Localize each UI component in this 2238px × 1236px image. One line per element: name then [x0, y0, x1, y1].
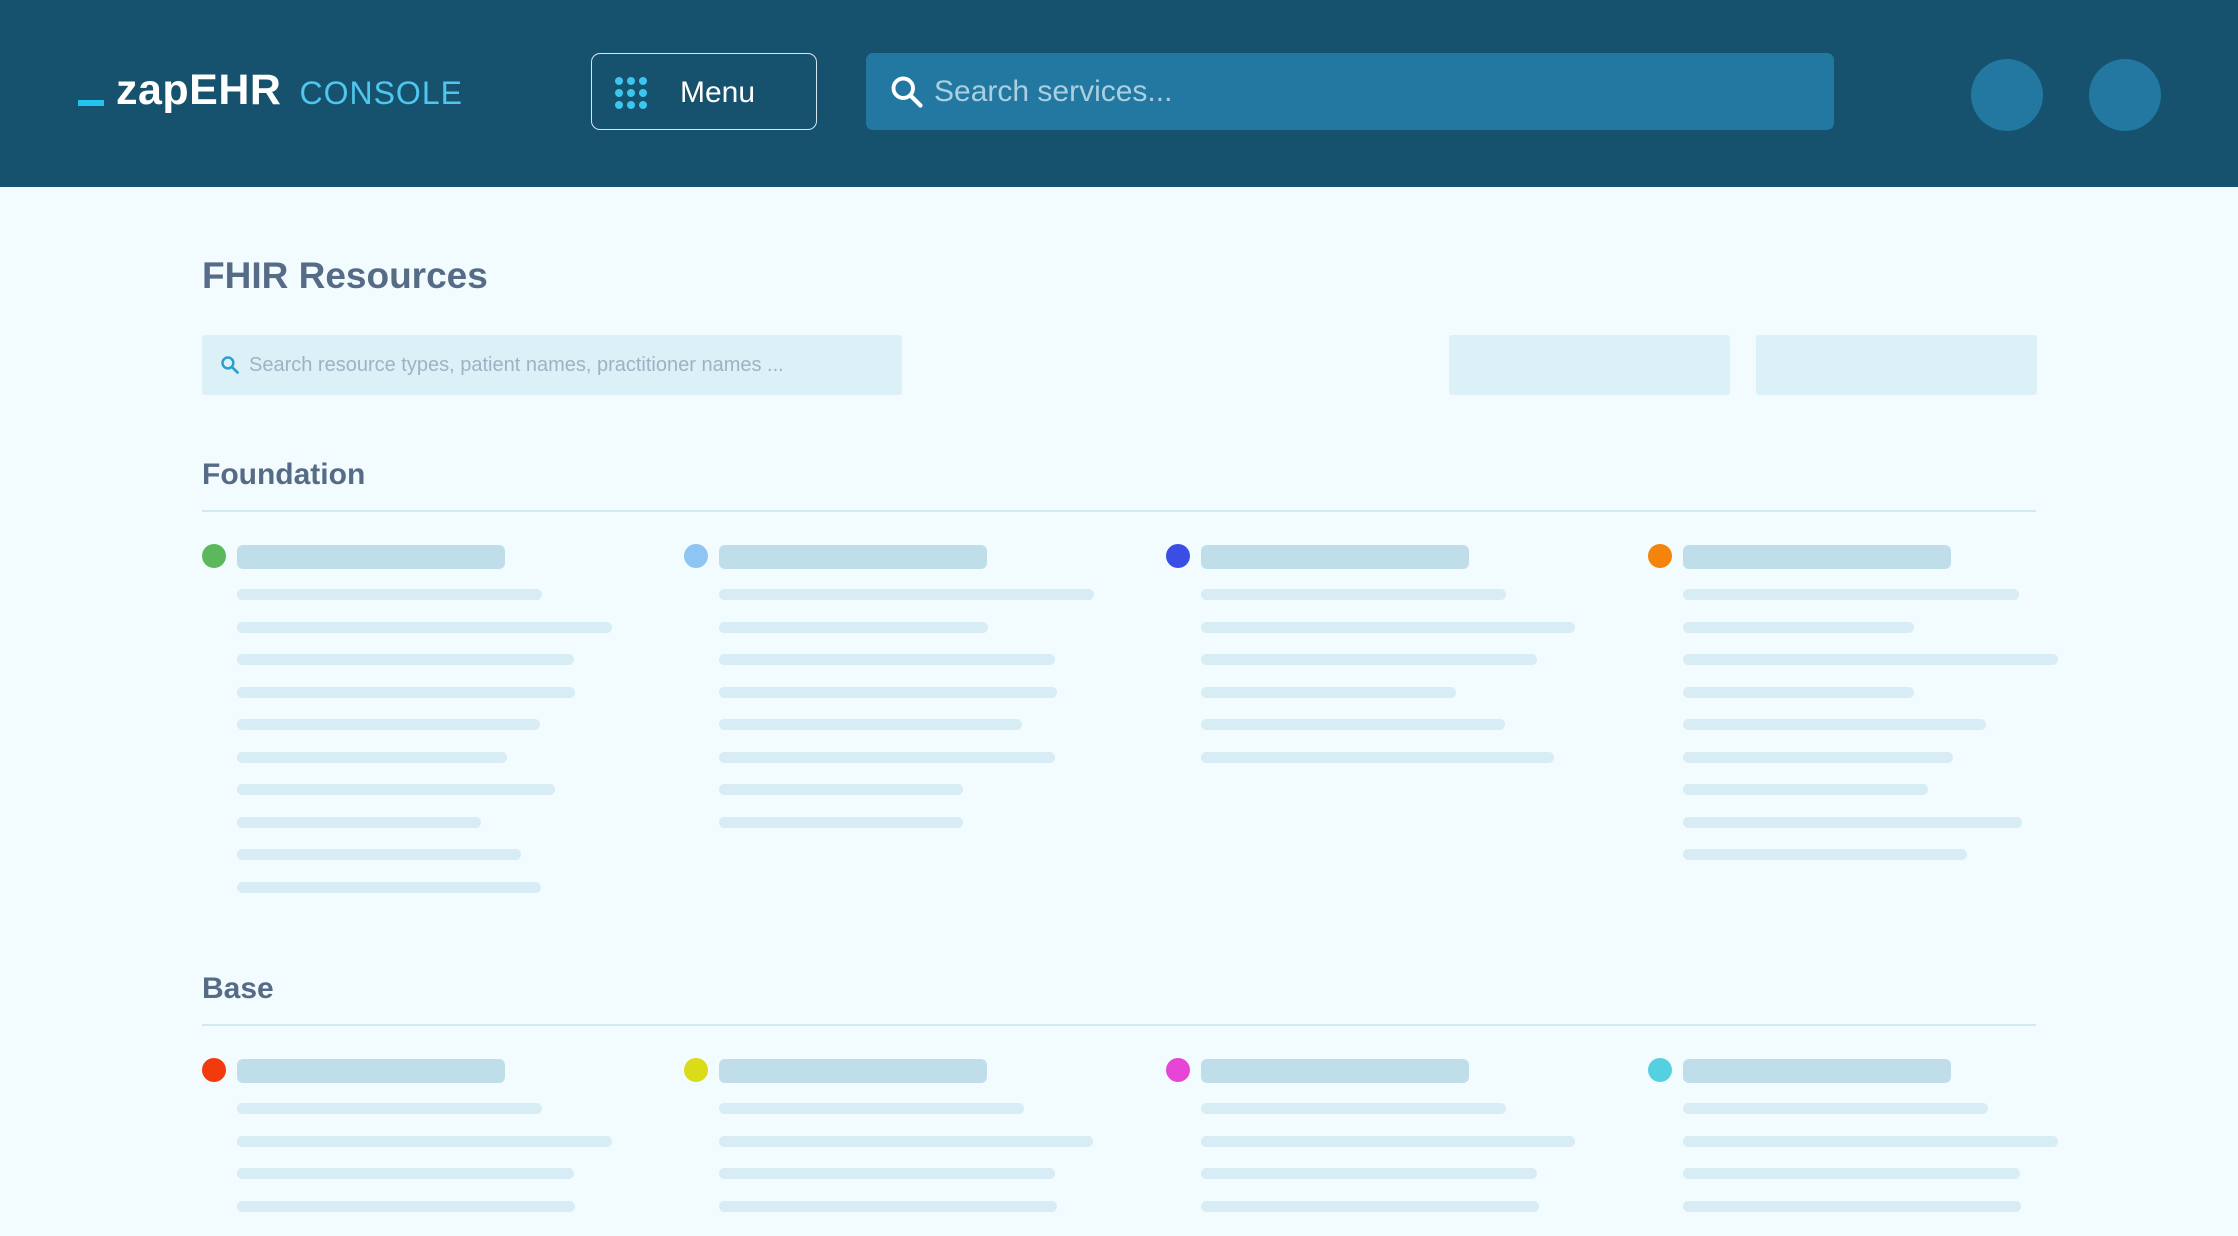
- skeleton-resource-line: [237, 621, 612, 633]
- skeleton-resource-line: [719, 1200, 1057, 1212]
- grid-dots-icon: [615, 77, 647, 109]
- skeleton-resource-line: [1201, 1103, 1506, 1114]
- skeleton-group-title: [1683, 1059, 1951, 1083]
- skeleton-resource-line: [237, 719, 540, 730]
- skeleton-resource-line: [1683, 1168, 2020, 1179]
- filter-button-placeholder-2[interactable]: [1756, 335, 2037, 395]
- resource-search-bar[interactable]: [202, 335, 902, 395]
- skeleton-resource-line: [237, 881, 541, 893]
- resource-group-dot: [1648, 544, 1672, 568]
- skeleton-resource-line: [237, 1135, 612, 1147]
- section-divider: [202, 1024, 2036, 1026]
- skeleton-resource-line: [237, 849, 521, 860]
- section-title-base: Base: [202, 972, 274, 1005]
- skeleton-group-title: [1201, 545, 1469, 569]
- skeleton-resource-line: [719, 654, 1055, 665]
- logo-underscore-mark: [78, 100, 104, 106]
- skeleton-resource-line: [1201, 621, 1575, 633]
- skeleton-resource-line: [1683, 686, 1914, 698]
- skeleton-group-title: [237, 545, 505, 569]
- skeleton-resource-line: [719, 1103, 1024, 1114]
- skeleton-resource-line: [719, 686, 1057, 698]
- page-title: FHIR Resources: [202, 255, 488, 296]
- skeleton-resource-line: [1201, 654, 1537, 665]
- resource-group-dot: [684, 544, 708, 568]
- skeleton-group-title: [1683, 545, 1951, 569]
- skeleton-resource-line: [1201, 751, 1554, 763]
- skeleton-resource-line: [237, 654, 574, 665]
- skeleton-resource-line: [719, 784, 963, 795]
- resource-search-input[interactable]: [249, 335, 889, 395]
- skeleton-group-title: [719, 1059, 987, 1083]
- skeleton-resource-line: [719, 751, 1055, 763]
- menu-button[interactable]: Menu: [591, 53, 817, 130]
- skeleton-resource-line: [719, 1135, 1093, 1147]
- skeleton-resource-line: [719, 816, 963, 828]
- resource-group-dot: [202, 1058, 226, 1082]
- filter-button-placeholder-1[interactable]: [1449, 335, 1730, 395]
- skeleton-resource-line: [1201, 1135, 1575, 1147]
- avatar-placeholder-1[interactable]: [1971, 59, 2043, 131]
- section-divider: [202, 510, 2036, 512]
- skeleton-resource-line: [237, 784, 555, 795]
- resource-group-dot: [202, 544, 226, 568]
- skeleton-resource-line: [1683, 784, 1928, 795]
- skeleton-resource-line: [237, 1103, 542, 1114]
- resource-group-dot: [1648, 1058, 1672, 1082]
- service-search-input[interactable]: [934, 53, 1814, 130]
- search-icon: [221, 356, 239, 374]
- skeleton-resource-line: [237, 816, 481, 828]
- skeleton-resource-line: [237, 686, 575, 698]
- skeleton-resource-line: [719, 589, 1094, 600]
- skeleton-resource-line: [1683, 816, 2022, 828]
- section-title-foundation: Foundation: [202, 458, 366, 491]
- logo-subtitle: CONSOLE: [299, 75, 463, 111]
- logo-text: zapEHR: [116, 66, 282, 114]
- skeleton-group-title: [237, 1059, 505, 1083]
- resource-group-dot: [1166, 544, 1190, 568]
- skeleton-resource-line: [1683, 849, 1967, 860]
- resource-group-dot: [1166, 1058, 1190, 1082]
- skeleton-resource-line: [237, 589, 542, 600]
- skeleton-resource-line: [1683, 1200, 2021, 1212]
- skeleton-resource-line: [1201, 686, 1456, 698]
- top-header: zapEHR CONSOLE Menu: [0, 0, 2238, 187]
- skeleton-resource-line: [237, 1200, 575, 1212]
- skeleton-resource-line: [1683, 1103, 1988, 1114]
- skeleton-resource-line: [237, 751, 507, 763]
- skeleton-resource-line: [1683, 719, 1986, 730]
- skeleton-resource-line: [1201, 589, 1506, 600]
- service-search-bar[interactable]: [866, 53, 1834, 130]
- skeleton-group-title: [719, 545, 987, 569]
- skeleton-resource-line: [1683, 589, 2019, 600]
- resource-group-dot: [684, 1058, 708, 1082]
- skeleton-resource-line: [719, 1168, 1055, 1179]
- search-icon: [891, 76, 923, 108]
- skeleton-resource-line: [1683, 751, 1953, 763]
- skeleton-resource-line: [1201, 1200, 1539, 1212]
- avatar-placeholder-2[interactable]: [2089, 59, 2161, 131]
- skeleton-resource-line: [1201, 719, 1505, 730]
- skeleton-resource-line: [1201, 1168, 1537, 1179]
- skeleton-resource-line: [719, 621, 988, 633]
- menu-label: Menu: [680, 76, 756, 109]
- skeleton-resource-line: [1683, 1135, 2058, 1147]
- app-logo[interactable]: zapEHR CONSOLE: [78, 66, 463, 115]
- skeleton-resource-line: [719, 719, 1022, 730]
- skeleton-resource-line: [1683, 654, 2058, 665]
- skeleton-resource-line: [1683, 621, 1914, 633]
- skeleton-group-title: [1201, 1059, 1469, 1083]
- skeleton-resource-line: [237, 1168, 574, 1179]
